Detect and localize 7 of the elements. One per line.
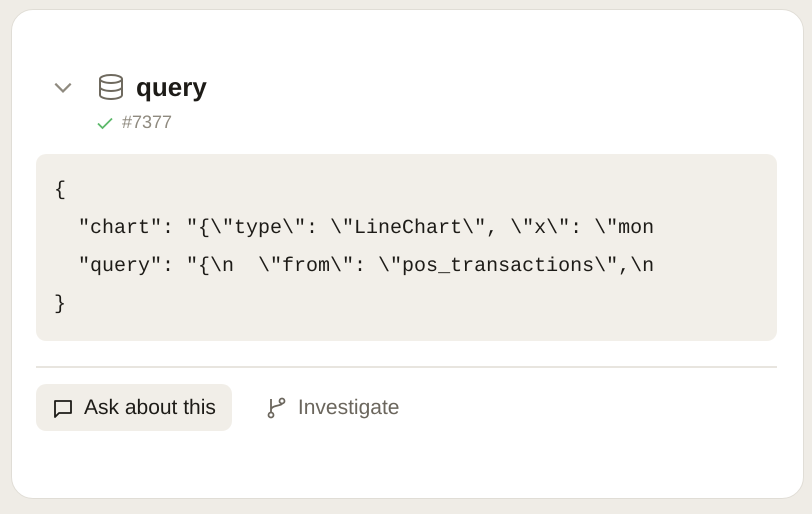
step-title: query: [136, 72, 207, 102]
branch-icon: [266, 396, 288, 420]
database-icon: [98, 73, 124, 101]
ask-button[interactable]: Ask about this: [36, 384, 232, 431]
investigate-button[interactable]: Investigate: [254, 384, 416, 431]
run-id: #7377: [122, 112, 172, 133]
code-block: { "chart": "{\"type\": \"LineChart\", \"x\": \"mon "query": "{\n \"from\": \"pos_transactions\",\n }: [36, 154, 777, 341]
